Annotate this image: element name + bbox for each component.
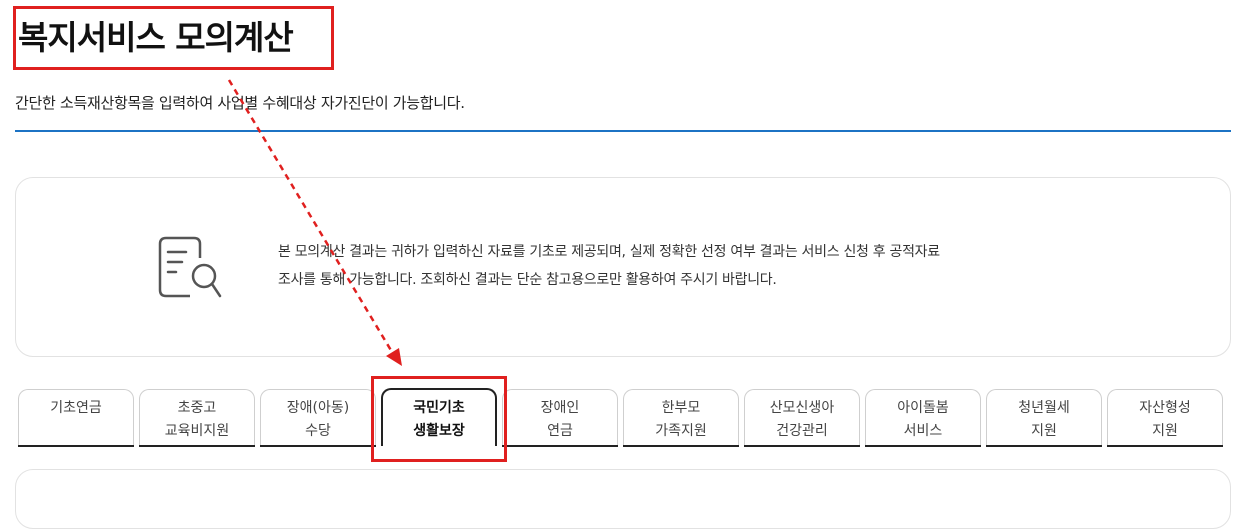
notice-box: 본 모의계산 결과는 귀하가 입력하신 자료를 기초로 제공되며, 실제 정확한… (15, 177, 1231, 357)
tab-label: 연금 (547, 423, 573, 439)
tab-label: 산모신생아 (769, 400, 835, 416)
tab-label: 지원 (1031, 423, 1057, 439)
document-search-icon (158, 236, 222, 298)
tab-label: 한부모 (661, 400, 701, 416)
service-tabs: 기초연금 초중고 교육비지원 장애(아동) 수당 국민기초 생활보장 장애인 연… (18, 388, 1225, 447)
tab-label: 수당 (305, 423, 331, 439)
tab-label: 서비스 (903, 423, 943, 439)
tab-disability-child-allowance[interactable]: 장애(아동) 수당 (260, 389, 376, 447)
tab-youth-rent-support[interactable]: 청년월세 지원 (986, 389, 1102, 447)
tab-highlight-box (371, 376, 507, 462)
tab-childcare-service[interactable]: 아이돌봄 서비스 (865, 389, 981, 447)
notice-text: 본 모의계산 결과는 귀하가 입력하신 자료를 기초로 제공되며, 실제 정확한… (278, 238, 1038, 294)
tab-label: 청년월세 (1018, 400, 1070, 416)
tab-label: 장애(아동) (286, 400, 350, 416)
content-panel (15, 469, 1231, 529)
tab-label: 지원 (1152, 423, 1178, 439)
tab-single-parent-support[interactable]: 한부모 가족지원 (623, 389, 739, 447)
tab-label: 기초연금 (50, 400, 102, 416)
notice-line-2: 조사를 통해 가능합니다. 조회하신 결과는 단순 참고용으로만 활용하여 주시… (278, 272, 777, 288)
tab-label: 아이돌봄 (897, 400, 949, 416)
tab-label: 가족지원 (655, 423, 707, 439)
page-subtitle: 간단한 소득재산항목을 입력하여 사업별 수혜대상 자가진단이 가능합니다. (15, 94, 465, 112)
tab-asset-building-support[interactable]: 자산형성 지원 (1107, 389, 1223, 447)
title-highlight-box (13, 6, 334, 70)
tab-label: 장애인 (540, 400, 580, 416)
tab-label: 초중고 (177, 400, 217, 416)
tab-label: 자산형성 (1139, 400, 1191, 416)
title-divider (15, 130, 1231, 132)
tab-disability-pension[interactable]: 장애인 연금 (502, 389, 618, 447)
notice-line-1: 본 모의계산 결과는 귀하가 입력하신 자료를 기초로 제공되며, 실제 정확한… (278, 244, 940, 260)
tab-basic-pension[interactable]: 기초연금 (18, 389, 134, 447)
tab-label: 건강관리 (776, 423, 828, 439)
tab-label: 교육비지원 (164, 423, 230, 439)
tab-maternal-newborn-care[interactable]: 산모신생아 건강관리 (744, 389, 860, 447)
tab-school-education-support[interactable]: 초중고 교육비지원 (139, 389, 255, 447)
